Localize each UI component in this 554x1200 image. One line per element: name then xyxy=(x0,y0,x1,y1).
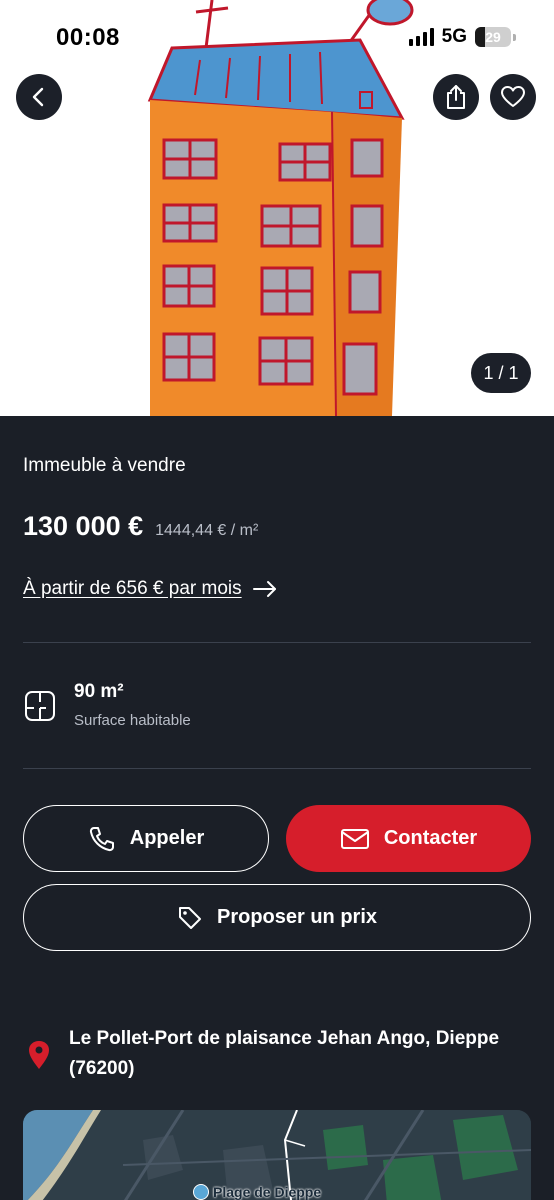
tag-icon xyxy=(178,906,201,929)
share-button[interactable] xyxy=(433,74,479,120)
location-map[interactable]: Plage de Dieppe xyxy=(23,1110,531,1200)
battery-icon: 29 xyxy=(475,27,511,47)
chevron-left-icon xyxy=(32,87,44,107)
monthly-payment-label: À partir de 656 € par mois xyxy=(23,578,242,599)
battery-tip xyxy=(513,33,516,41)
battery-level: 29 xyxy=(485,29,501,45)
back-button[interactable] xyxy=(16,74,62,120)
offer-label: Proposer un prix xyxy=(216,906,378,928)
price-per-m2: 1444,44 € / m² xyxy=(155,522,259,539)
call-button[interactable]: Appeler xyxy=(23,805,269,872)
floor-plan-icon xyxy=(25,691,55,721)
map-pin-icon xyxy=(29,1041,49,1069)
divider xyxy=(23,768,531,769)
monthly-payment-link[interactable]: À partir de 656 € par mois xyxy=(23,578,278,600)
map-poi-text: Plage de Dieppe xyxy=(213,1184,322,1200)
divider xyxy=(23,642,531,643)
contact-label: Contacter xyxy=(383,827,478,849)
make-offer-button[interactable]: Proposer un prix xyxy=(23,884,531,951)
envelope-icon xyxy=(340,828,369,849)
map-poi-label: Plage de Dieppe xyxy=(193,1184,321,1200)
price-row: 130 000 € 1444,44 € / m² xyxy=(23,511,258,542)
price: 130 000 € xyxy=(23,511,144,541)
map-poi-icon xyxy=(193,1184,209,1200)
arrow-right-icon xyxy=(252,581,276,597)
status-bar: 00:08 5G 29 xyxy=(0,0,554,70)
address: Le Pollet-Port de plaisance Jehan Ango, … xyxy=(69,1028,500,1079)
signal-icon xyxy=(408,28,434,46)
network-type: 5G xyxy=(441,26,467,47)
share-icon xyxy=(447,85,465,109)
property-type: Immeuble à vendre xyxy=(23,455,186,476)
phone-icon xyxy=(89,826,114,851)
contact-button[interactable]: Contacter xyxy=(286,805,531,872)
heart-icon xyxy=(501,86,525,107)
favorite-button[interactable] xyxy=(490,74,536,120)
listing-photo[interactable]: 00:08 5G 29 1 / 1 xyxy=(0,0,554,416)
call-label: Appeler xyxy=(129,827,205,849)
photo-counter: 1 / 1 xyxy=(471,353,531,393)
status-time: 00:08 xyxy=(56,24,120,51)
surface-value: 90 m² xyxy=(74,681,124,702)
surface-label: Surface habitable xyxy=(74,712,191,729)
